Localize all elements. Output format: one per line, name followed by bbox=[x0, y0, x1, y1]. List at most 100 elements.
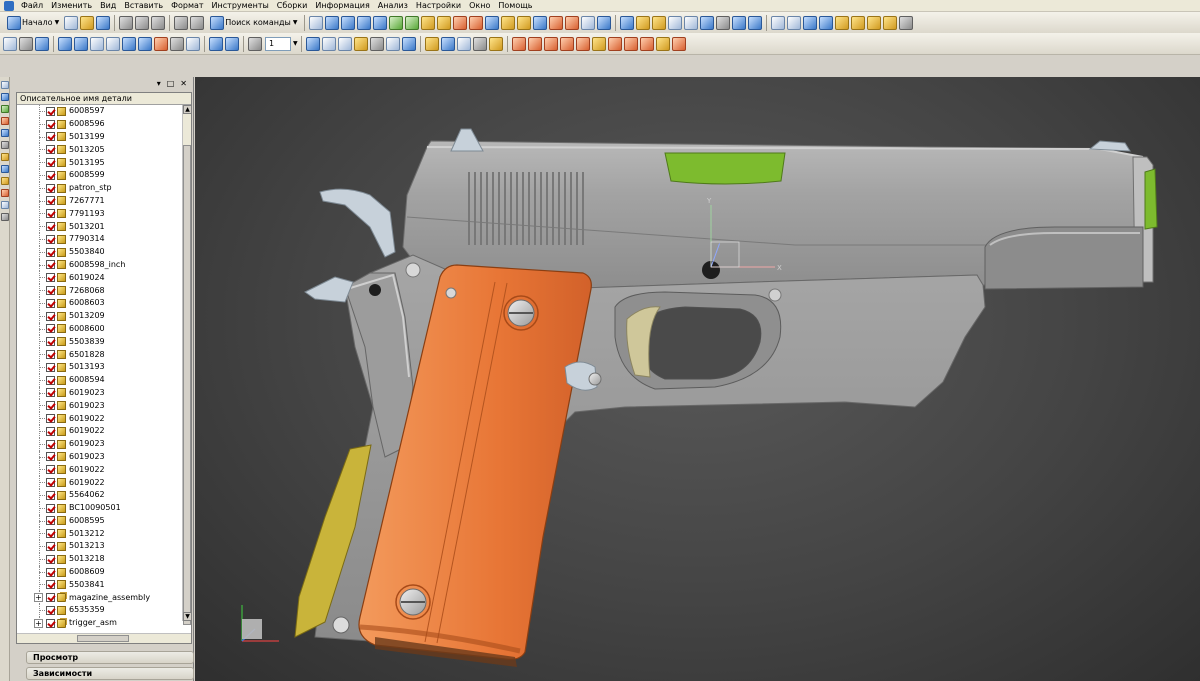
trim-body-icon[interactable] bbox=[581, 15, 596, 30]
visibility-checkbox[interactable] bbox=[46, 362, 55, 372]
bridge-curve-icon[interactable] bbox=[899, 15, 914, 30]
web-browser-tab-icon[interactable] bbox=[1, 129, 9, 137]
visibility-checkbox[interactable] bbox=[46, 580, 55, 590]
command-search-button[interactable]: Поиск команды ▼ bbox=[205, 14, 301, 32]
open-folder-icon[interactable] bbox=[80, 15, 95, 30]
visibility-checkbox[interactable] bbox=[46, 222, 55, 232]
mirror-assembly-icon[interactable] bbox=[639, 36, 654, 51]
visibility-checkbox[interactable] bbox=[46, 593, 55, 603]
column-header[interactable]: Описательное имя детали bbox=[17, 93, 191, 105]
constraint-navigator-tab-icon[interactable] bbox=[1, 93, 9, 101]
menu-settings[interactable]: Настройки bbox=[412, 0, 465, 12]
visibility-checkbox[interactable] bbox=[46, 132, 55, 142]
visibility-checkbox[interactable] bbox=[46, 311, 55, 321]
fit-view-icon[interactable] bbox=[3, 36, 17, 51]
shaded-icon[interactable] bbox=[74, 36, 88, 51]
system-scenes-tab-icon[interactable] bbox=[1, 201, 9, 209]
dependencies-section[interactable]: Зависимости bbox=[26, 667, 194, 680]
hammer-spur[interactable] bbox=[304, 276, 354, 303]
wcs-origin-icon[interactable] bbox=[321, 36, 336, 51]
scroll-up-icon[interactable]: ▲ bbox=[183, 105, 191, 114]
rear-sight[interactable] bbox=[450, 128, 484, 152]
offset-face-icon[interactable] bbox=[732, 15, 747, 30]
visibility-checkbox[interactable] bbox=[46, 439, 55, 449]
process-studio-tab-icon[interactable] bbox=[1, 165, 9, 173]
explode-icon[interactable] bbox=[591, 36, 606, 51]
mirror-icon[interactable] bbox=[565, 15, 580, 30]
background-icon[interactable] bbox=[170, 36, 184, 51]
work-layer-input[interactable]: 1 bbox=[265, 36, 291, 51]
menu-window[interactable]: Окно bbox=[465, 0, 494, 12]
tree-row[interactable]: 6008595 bbox=[17, 514, 184, 528]
menu-file[interactable]: Файл bbox=[17, 0, 47, 12]
sequence-icon[interactable] bbox=[655, 36, 670, 51]
tree-row[interactable]: 6008597 bbox=[17, 105, 184, 118]
navigator-restore-icon[interactable]: □ bbox=[167, 79, 175, 88]
cut-icon[interactable] bbox=[119, 15, 134, 30]
datum-csys-icon[interactable] bbox=[700, 15, 715, 30]
menu-analysis[interactable]: Анализ bbox=[374, 0, 412, 12]
replace-component-icon[interactable] bbox=[607, 36, 622, 51]
spline-icon[interactable] bbox=[819, 15, 834, 30]
ejection-port-barrel[interactable] bbox=[664, 152, 786, 185]
visibility-checkbox[interactable] bbox=[46, 605, 55, 615]
datum-axis-icon[interactable] bbox=[684, 15, 699, 30]
pad-icon[interactable] bbox=[437, 15, 452, 30]
hammer-pin[interactable] bbox=[369, 284, 381, 296]
visibility-checkbox[interactable] bbox=[46, 618, 55, 628]
visibility-checkbox[interactable] bbox=[46, 529, 55, 539]
rotate-view-icon[interactable] bbox=[35, 36, 49, 51]
menu-help[interactable]: Помощь bbox=[494, 0, 536, 12]
arc-icon[interactable] bbox=[803, 15, 818, 30]
menu-information[interactable]: Информация bbox=[311, 0, 373, 12]
mate-icon[interactable] bbox=[575, 36, 590, 51]
start-button[interactable]: Начало ▼ bbox=[2, 14, 63, 32]
visibility-checkbox[interactable] bbox=[46, 554, 55, 564]
intersect-icon[interactable] bbox=[652, 15, 667, 30]
subtract-icon[interactable] bbox=[636, 15, 651, 30]
deviation-icon[interactable] bbox=[440, 36, 455, 51]
line-icon[interactable] bbox=[787, 15, 802, 30]
visibility-checkbox[interactable] bbox=[46, 350, 55, 360]
model-view[interactable]: Y X bbox=[195, 77, 1200, 681]
visibility-checkbox[interactable] bbox=[46, 106, 55, 116]
chamfer-icon[interactable] bbox=[517, 15, 532, 30]
zoom-icon[interactable] bbox=[19, 36, 33, 51]
new-component-icon[interactable] bbox=[527, 36, 542, 51]
barrel-muzzle[interactable] bbox=[1144, 168, 1158, 230]
tree-row[interactable]: 5013205 bbox=[17, 143, 184, 157]
tree-row-assembly[interactable]: + trigger_asm bbox=[17, 616, 184, 630]
close-icon[interactable]: ✕ bbox=[180, 79, 187, 88]
roles-tab-icon[interactable] bbox=[1, 189, 9, 197]
tree-row[interactable]: 6019022 bbox=[17, 412, 184, 425]
undo-icon[interactable] bbox=[174, 15, 189, 30]
tree-row[interactable]: 5503840 bbox=[17, 245, 184, 259]
menu-insert[interactable]: Вставить bbox=[120, 0, 167, 12]
pocket-icon[interactable] bbox=[421, 15, 436, 30]
paste-icon[interactable] bbox=[151, 15, 166, 30]
text-curve-icon[interactable] bbox=[851, 15, 866, 30]
shell-icon[interactable] bbox=[533, 15, 548, 30]
move-component-icon[interactable] bbox=[543, 36, 558, 51]
tree-row[interactable]: 6019022 bbox=[17, 424, 184, 438]
tree-row[interactable]: 7268068 bbox=[17, 284, 184, 297]
tree-row[interactable]: 5013212 bbox=[17, 527, 184, 541]
add-component-icon[interactable] bbox=[511, 36, 526, 51]
visibility-checkbox[interactable] bbox=[46, 465, 55, 475]
tree-row[interactable]: 7267771 bbox=[17, 194, 184, 208]
extrude-icon[interactable] bbox=[325, 15, 340, 30]
tree-row[interactable]: 6008596 bbox=[17, 117, 184, 131]
tree-row-assembly[interactable]: + magazine_assembly bbox=[17, 591, 184, 605]
split-body-icon[interactable] bbox=[597, 15, 612, 30]
scroll-thumb[interactable] bbox=[77, 635, 129, 642]
tree-row[interactable]: 5013195 bbox=[17, 156, 184, 169]
tree-row[interactable]: 6008598_inch bbox=[17, 258, 184, 272]
invert-visibility-icon[interactable] bbox=[225, 36, 239, 51]
rib-icon[interactable] bbox=[485, 15, 500, 30]
point-icon[interactable] bbox=[716, 15, 731, 30]
copy-icon[interactable] bbox=[135, 15, 150, 30]
visibility-checkbox[interactable] bbox=[46, 503, 55, 513]
tree-row[interactable]: patron_stp bbox=[17, 181, 184, 195]
graphics-window[interactable]: Y X bbox=[195, 77, 1200, 681]
visibility-checkbox[interactable] bbox=[46, 490, 55, 500]
